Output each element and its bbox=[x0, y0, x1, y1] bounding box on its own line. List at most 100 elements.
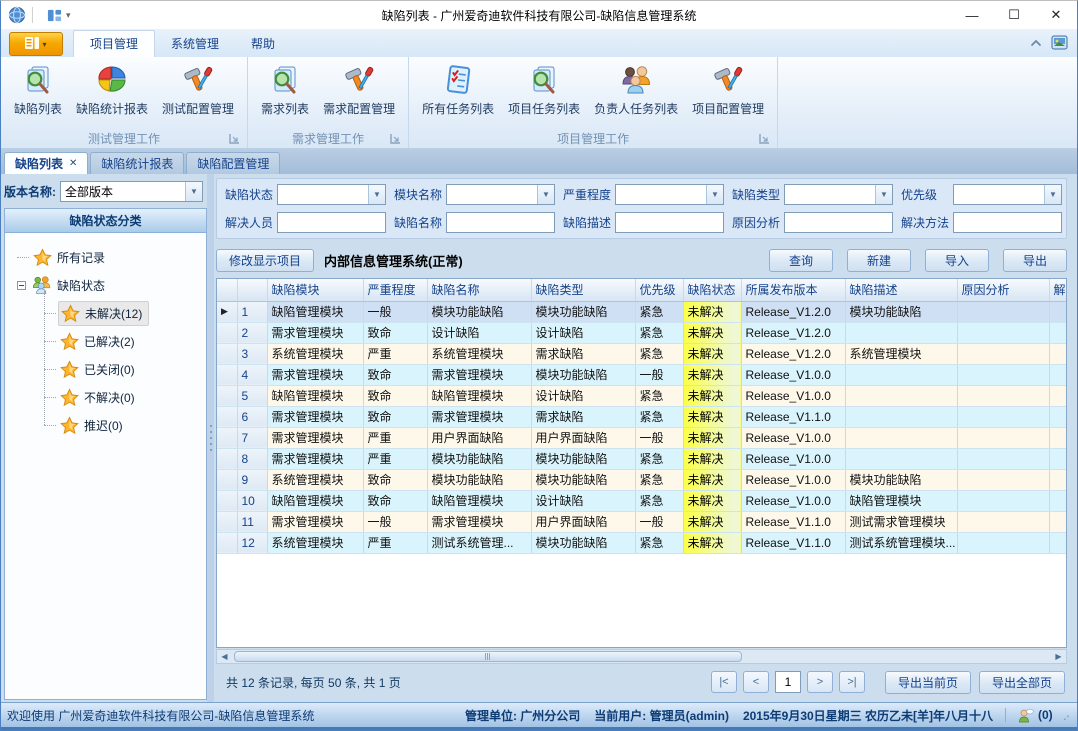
filter-input-缺陷描述[interactable] bbox=[615, 212, 724, 233]
ribbon-button-缺陷列表[interactable]: 缺陷列表 bbox=[7, 61, 69, 119]
grid-cell[interactable]: 模块功能缺陷 bbox=[845, 301, 957, 322]
dialog-launcher-icon[interactable] bbox=[229, 133, 240, 144]
maximize-button[interactable]: ☐ bbox=[993, 1, 1035, 29]
grid-cell[interactable] bbox=[957, 427, 1049, 448]
column-header-缺陷描述[interactable]: 缺陷描述 bbox=[845, 279, 957, 301]
filter-input-缺陷名称[interactable] bbox=[446, 212, 555, 233]
grid-cell[interactable] bbox=[1049, 511, 1067, 532]
grid-cell[interactable]: 测试需求管理模块 bbox=[845, 511, 957, 532]
filter-field-解决方法[interactable] bbox=[954, 213, 1061, 232]
grid-cell[interactable]: 一般 bbox=[363, 511, 427, 532]
filter-field-原因分析[interactable] bbox=[785, 213, 892, 232]
grid-cell[interactable]: Release_V1.2.0 bbox=[741, 343, 845, 364]
grid-cell[interactable]: 缺陷管理模块 bbox=[427, 385, 531, 406]
next-page-button[interactable]: > bbox=[807, 671, 833, 693]
about-app-icon[interactable] bbox=[1051, 34, 1069, 54]
dropdown-arrow-icon[interactable]: ▼ bbox=[537, 185, 554, 204]
grid-cell[interactable] bbox=[845, 448, 957, 469]
grid-cell[interactable]: 需求管理模块 bbox=[427, 364, 531, 385]
grid-cell[interactable] bbox=[1049, 322, 1067, 343]
grid-cell[interactable] bbox=[957, 448, 1049, 469]
grid-cell[interactable]: 模块功能缺陷 bbox=[427, 448, 531, 469]
grid-cell[interactable]: 需求管理模块 bbox=[267, 364, 363, 385]
grid-cell[interactable]: 紧急 bbox=[635, 469, 683, 490]
grid-cell[interactable]: 紧急 bbox=[635, 385, 683, 406]
filter-field-缺陷状态[interactable] bbox=[278, 185, 368, 204]
prev-page-button[interactable]: < bbox=[743, 671, 769, 693]
last-page-button[interactable]: >| bbox=[839, 671, 865, 693]
grid-cell[interactable]: 模块功能缺陷 bbox=[531, 469, 635, 490]
grid-cell[interactable]: 未解决 bbox=[683, 532, 741, 553]
grid-cell[interactable]: Release_V1.1.0 bbox=[741, 406, 845, 427]
grid-cell[interactable]: 测试系统管理... bbox=[427, 532, 531, 553]
grid-cell[interactable] bbox=[1049, 364, 1067, 385]
grid-cell[interactable]: 严重 bbox=[363, 427, 427, 448]
grid-cell[interactable]: 模块功能缺陷 bbox=[531, 364, 635, 385]
grid-cell[interactable]: 模块功能缺陷 bbox=[531, 448, 635, 469]
filter-input-解决方法[interactable] bbox=[953, 212, 1062, 233]
grid-cell[interactable] bbox=[1049, 448, 1067, 469]
grid-cell[interactable]: 紧急 bbox=[635, 322, 683, 343]
grid-cell[interactable] bbox=[957, 343, 1049, 364]
grid-cell[interactable]: 用户界面缺陷 bbox=[531, 511, 635, 532]
filter-input-解决人员[interactable] bbox=[277, 212, 386, 233]
grid-cell[interactable] bbox=[957, 385, 1049, 406]
close-button[interactable]: ✕ bbox=[1035, 1, 1077, 29]
close-tab-icon[interactable]: ✕ bbox=[69, 158, 77, 169]
dialog-launcher-icon[interactable] bbox=[759, 133, 770, 144]
grid-cell[interactable]: 系统管理模块 bbox=[845, 343, 957, 364]
grid-cell[interactable]: 未解决 bbox=[683, 301, 741, 322]
grid-cell[interactable]: 需求管理模块 bbox=[267, 427, 363, 448]
row-selector-cell[interactable] bbox=[217, 490, 237, 511]
column-header-所属发布版本[interactable]: 所属发布版本 bbox=[741, 279, 845, 301]
row-selector-cell[interactable] bbox=[217, 322, 237, 343]
action-button-导入[interactable]: 导入 bbox=[925, 249, 989, 272]
first-page-button[interactable]: |< bbox=[711, 671, 737, 693]
app-menu-button[interactable]: ▾ bbox=[9, 32, 63, 56]
grid-cell[interactable] bbox=[957, 490, 1049, 511]
tree-item-已解决(2)[interactable]: 已解决(2) bbox=[17, 327, 204, 355]
grid-cell[interactable]: 模块功能缺陷 bbox=[845, 469, 957, 490]
grid-cell[interactable]: 紧急 bbox=[635, 490, 683, 511]
table-row[interactable]: 12系统管理模块严重测试系统管理...模块功能缺陷紧急未解决Release_V1… bbox=[217, 532, 1067, 553]
ribbon-button-缺陷统计报表[interactable]: 缺陷统计报表 bbox=[69, 61, 155, 119]
grid-cell[interactable]: 紧急 bbox=[635, 301, 683, 322]
grid-cell[interactable]: 系统管理模块 bbox=[267, 532, 363, 553]
row-selector-cell[interactable] bbox=[217, 343, 237, 364]
horizontal-scrollbar[interactable]: ◀ ▶ bbox=[216, 649, 1067, 664]
grid-cell[interactable]: 未解决 bbox=[683, 511, 741, 532]
action-button-查询[interactable]: 查询 bbox=[769, 249, 833, 272]
grid-cell[interactable]: 设计缺陷 bbox=[531, 322, 635, 343]
minimize-button[interactable]: — bbox=[951, 1, 993, 29]
page-number-input[interactable] bbox=[775, 671, 801, 693]
grid-cell[interactable]: 测试系统管理模块... bbox=[845, 532, 957, 553]
filter-combo-模块名称[interactable]: ▼ bbox=[446, 184, 555, 205]
grid-cell[interactable]: Release_V1.0.0 bbox=[741, 490, 845, 511]
version-combobox[interactable]: 全部版本 ▼ bbox=[60, 181, 203, 202]
column-header-优先级[interactable]: 优先级 bbox=[635, 279, 683, 301]
scroll-left-icon[interactable]: ◀ bbox=[217, 650, 232, 663]
filter-combo-严重程度[interactable]: ▼ bbox=[615, 184, 724, 205]
grid-cell[interactable] bbox=[957, 511, 1049, 532]
grid-cell[interactable] bbox=[1049, 427, 1067, 448]
grid-cell[interactable]: Release_V1.0.0 bbox=[741, 364, 845, 385]
grid-cell[interactable] bbox=[1049, 532, 1067, 553]
grid-cell[interactable] bbox=[1049, 301, 1067, 322]
grid-cell[interactable]: 系统管理模块 bbox=[427, 343, 531, 364]
filter-field-模块名称[interactable] bbox=[447, 185, 537, 204]
grid-cell[interactable] bbox=[957, 301, 1049, 322]
column-header-原因分析[interactable]: 原因分析 bbox=[957, 279, 1049, 301]
tree-item-已关闭(0)[interactable]: 已关闭(0) bbox=[17, 355, 204, 383]
grid-cell[interactable]: 设计缺陷 bbox=[427, 322, 531, 343]
row-selector-cell[interactable] bbox=[217, 532, 237, 553]
row-selector-cell[interactable] bbox=[217, 427, 237, 448]
grid-cell[interactable]: 设计缺陷 bbox=[531, 385, 635, 406]
grid-cell[interactable]: 需求管理模块 bbox=[267, 322, 363, 343]
grid-cell[interactable] bbox=[845, 427, 957, 448]
scroll-right-icon[interactable]: ▶ bbox=[1051, 650, 1066, 663]
table-row[interactable]: 2需求管理模块致命设计缺陷设计缺陷紧急未解决Release_V1.2.0 bbox=[217, 322, 1067, 343]
filter-combo-缺陷类型[interactable]: ▼ bbox=[784, 184, 893, 205]
quick-access-layout-icon[interactable] bbox=[44, 5, 64, 25]
grid-cell[interactable]: 需求缺陷 bbox=[531, 343, 635, 364]
table-row[interactable]: 10缺陷管理模块致命缺陷管理模块设计缺陷紧急未解决Release_V1.0.0缺… bbox=[217, 490, 1067, 511]
